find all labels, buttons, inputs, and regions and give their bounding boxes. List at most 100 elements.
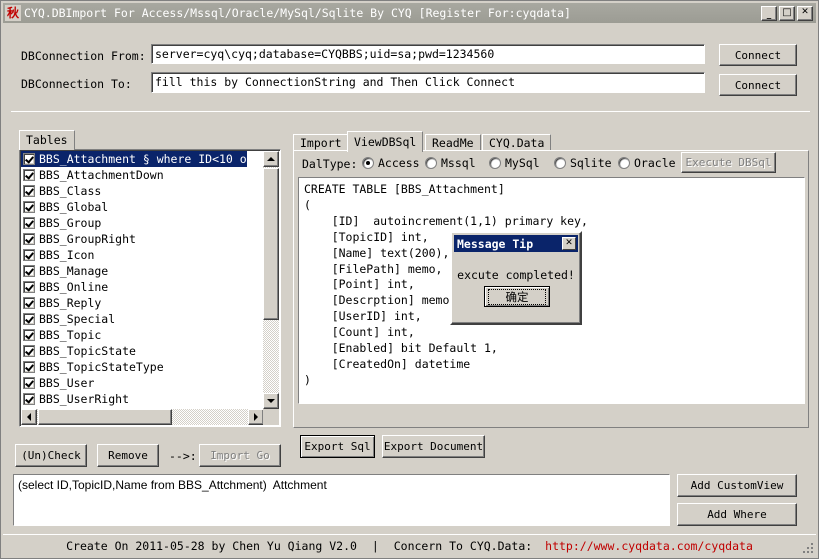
application-window: 秋 CYQ.DBImport For Access/Mssql/Oracle/M… <box>0 0 819 559</box>
list-item[interactable]: BBS_Manage <box>21 263 247 279</box>
connect-from-button[interactable]: Connect <box>719 44 797 66</box>
right-tabstrip: Import ViewDBSql ReadMe CYQ.Data <box>293 131 809 152</box>
chevron-down-icon <box>267 399 275 403</box>
list-item[interactable]: BBS_Special <box>21 311 247 327</box>
checkbox-icon[interactable] <box>23 153 35 165</box>
horizontal-scroll-thumb[interactable] <box>38 409 172 425</box>
dialog-close-button[interactable]: ✕ <box>562 237 576 250</box>
radio-mysql[interactable]: MySql <box>489 156 540 170</box>
list-item[interactable]: BBS_Reply <box>21 295 247 311</box>
checkbox-icon[interactable] <box>23 201 35 213</box>
checkbox-icon[interactable] <box>23 281 35 293</box>
tab-cyqdata[interactable]: CYQ.Data <box>482 134 552 151</box>
tab-readme[interactable]: ReadMe <box>425 134 481 151</box>
list-item-label: BBS_Online <box>39 280 109 294</box>
dbconnection-from-input[interactable]: server=cyq\cyq;database=CYQBBS;uid=sa;pw… <box>151 44 705 64</box>
add-customview-button[interactable]: Add CustomView <box>677 474 797 497</box>
chevron-right-icon <box>254 413 258 421</box>
resize-grip-icon[interactable] <box>801 541 813 553</box>
checkbox-icon[interactable] <box>23 313 35 325</box>
add-where-button[interactable]: Add Where <box>677 503 797 526</box>
custom-view-textarea-frame: (select ID,TopicID,Name from BBS_Attchme… <box>13 474 670 526</box>
list-item[interactable]: BBS_UserRight <box>21 391 247 407</box>
checkbox-icon[interactable] <box>23 329 35 341</box>
close-button[interactable]: ✕ <box>797 5 813 21</box>
scroll-down-button[interactable] <box>263 393 279 409</box>
scroll-up-button[interactable] <box>263 151 279 167</box>
radio-access[interactable]: Access <box>362 156 420 170</box>
radio-access-indicator <box>362 157 374 169</box>
radio-sqlite-indicator <box>554 157 566 169</box>
status-link[interactable]: http://www.cyqdata.com/cyqdata <box>539 539 753 553</box>
minimize-button[interactable]: _ <box>761 5 777 21</box>
export-sql-button[interactable]: Export Sql <box>300 435 375 458</box>
list-item[interactable]: BBS_TopicState <box>21 343 247 359</box>
dbconnection-to-label: DBConnection To: <box>21 77 132 91</box>
window-controls: _ □ ✕ <box>761 5 816 21</box>
status-concern-text: Concern To CYQ.Data: <box>393 538 533 553</box>
list-item-label: BBS_User <box>39 376 95 390</box>
radio-mssql[interactable]: Mssql <box>425 156 476 170</box>
checkbox-icon[interactable] <box>23 217 35 229</box>
scroll-right-button[interactable] <box>248 409 264 425</box>
checkbox-icon[interactable] <box>23 185 35 197</box>
uncheck-button[interactable]: (Un)Check <box>15 444 87 467</box>
radio-oracle-indicator <box>618 157 630 169</box>
tables-tabstrip: Tables <box>19 129 281 151</box>
list-item-label: BBS_Class <box>39 184 102 198</box>
list-item[interactable]: BBS_Global <box>21 199 247 215</box>
vertical-scroll-thumb[interactable] <box>263 168 279 320</box>
list-item[interactable]: BBS_TopicStateType <box>21 359 247 375</box>
radio-oracle[interactable]: Oracle <box>618 156 676 170</box>
dbconnection-from-label: DBConnection From: <box>21 49 146 63</box>
checkbox-icon[interactable] <box>23 377 35 389</box>
tables-list[interactable]: BBS_Attachment § where ID<10 order by BBS… <box>21 151 247 409</box>
app-icon: 秋 <box>5 5 21 21</box>
tab-tables[interactable]: Tables <box>19 130 75 150</box>
radio-mysql-label: MySql <box>505 156 540 170</box>
list-item-label: BBS_Manage <box>39 264 109 278</box>
list-item-label: BBS_Special <box>39 312 116 326</box>
list-item[interactable]: BBS_Class <box>21 183 247 199</box>
list-item[interactable]: BBS_Icon <box>21 247 247 263</box>
export-document-button[interactable]: Export Document <box>382 435 485 458</box>
tables-horizontal-scrollbar[interactable] <box>21 409 264 425</box>
tables-vertical-scrollbar[interactable] <box>263 151 279 409</box>
list-item[interactable]: BBS_Group <box>21 215 247 231</box>
scroll-left-button[interactable] <box>21 409 37 425</box>
dbconnection-to-input[interactable]: fill this by ConnectionString and Then C… <box>151 72 705 93</box>
list-item-label: BBS_TopicState <box>39 344 136 358</box>
checkbox-icon[interactable] <box>23 249 35 261</box>
list-item[interactable]: BBS_Attachment § where ID<10 order by <box>21 151 247 167</box>
list-item[interactable]: BBS_AttachmentDown <box>21 167 247 183</box>
checkbox-icon[interactable] <box>23 345 35 357</box>
radio-sqlite[interactable]: Sqlite <box>554 156 612 170</box>
checkbox-icon[interactable] <box>23 361 35 373</box>
maximize-button[interactable]: □ <box>779 5 795 21</box>
remove-button[interactable]: Remove <box>97 444 159 467</box>
status-bar-text: Create On 2011-05-28 by Chen Yu Qiang V2… <box>66 539 753 553</box>
checkbox-icon[interactable] <box>23 393 35 405</box>
checkbox-icon[interactable] <box>23 265 35 277</box>
dialog-title: Message Tip <box>457 236 534 251</box>
checkbox-icon[interactable] <box>23 297 35 309</box>
list-item[interactable]: BBS_Topic <box>21 327 247 343</box>
radio-oracle-label: Oracle <box>634 156 676 170</box>
import-go-button[interactable]: Import Go <box>199 444 281 467</box>
list-item-label: BBS_Attachment § where ID<10 order by <box>39 152 247 166</box>
checkbox-icon[interactable] <box>23 233 35 245</box>
tab-viewdbsql[interactable]: ViewDBSql <box>347 131 424 152</box>
checkbox-icon[interactable] <box>23 169 35 181</box>
list-item[interactable]: BBS_Online <box>21 279 247 295</box>
tab-import[interactable]: Import <box>293 134 349 151</box>
execute-dbsql-button[interactable]: Execute DBSql <box>681 152 776 173</box>
tables-list-items: BBS_Attachment § where ID<10 order by BBS… <box>21 151 247 407</box>
connect-to-button[interactable]: Connect <box>719 74 797 96</box>
custom-view-textarea[interactable]: (select ID,TopicID,Name from BBS_Attchme… <box>14 475 669 525</box>
maximize-icon: □ <box>782 6 792 18</box>
dialog-ok-label: 确定 <box>488 288 546 305</box>
dialog-ok-button[interactable]: 确定 <box>484 286 550 307</box>
list-item[interactable]: BBS_User <box>21 375 247 391</box>
section-divider <box>11 111 810 112</box>
list-item[interactable]: BBS_GroupRight <box>21 231 247 247</box>
